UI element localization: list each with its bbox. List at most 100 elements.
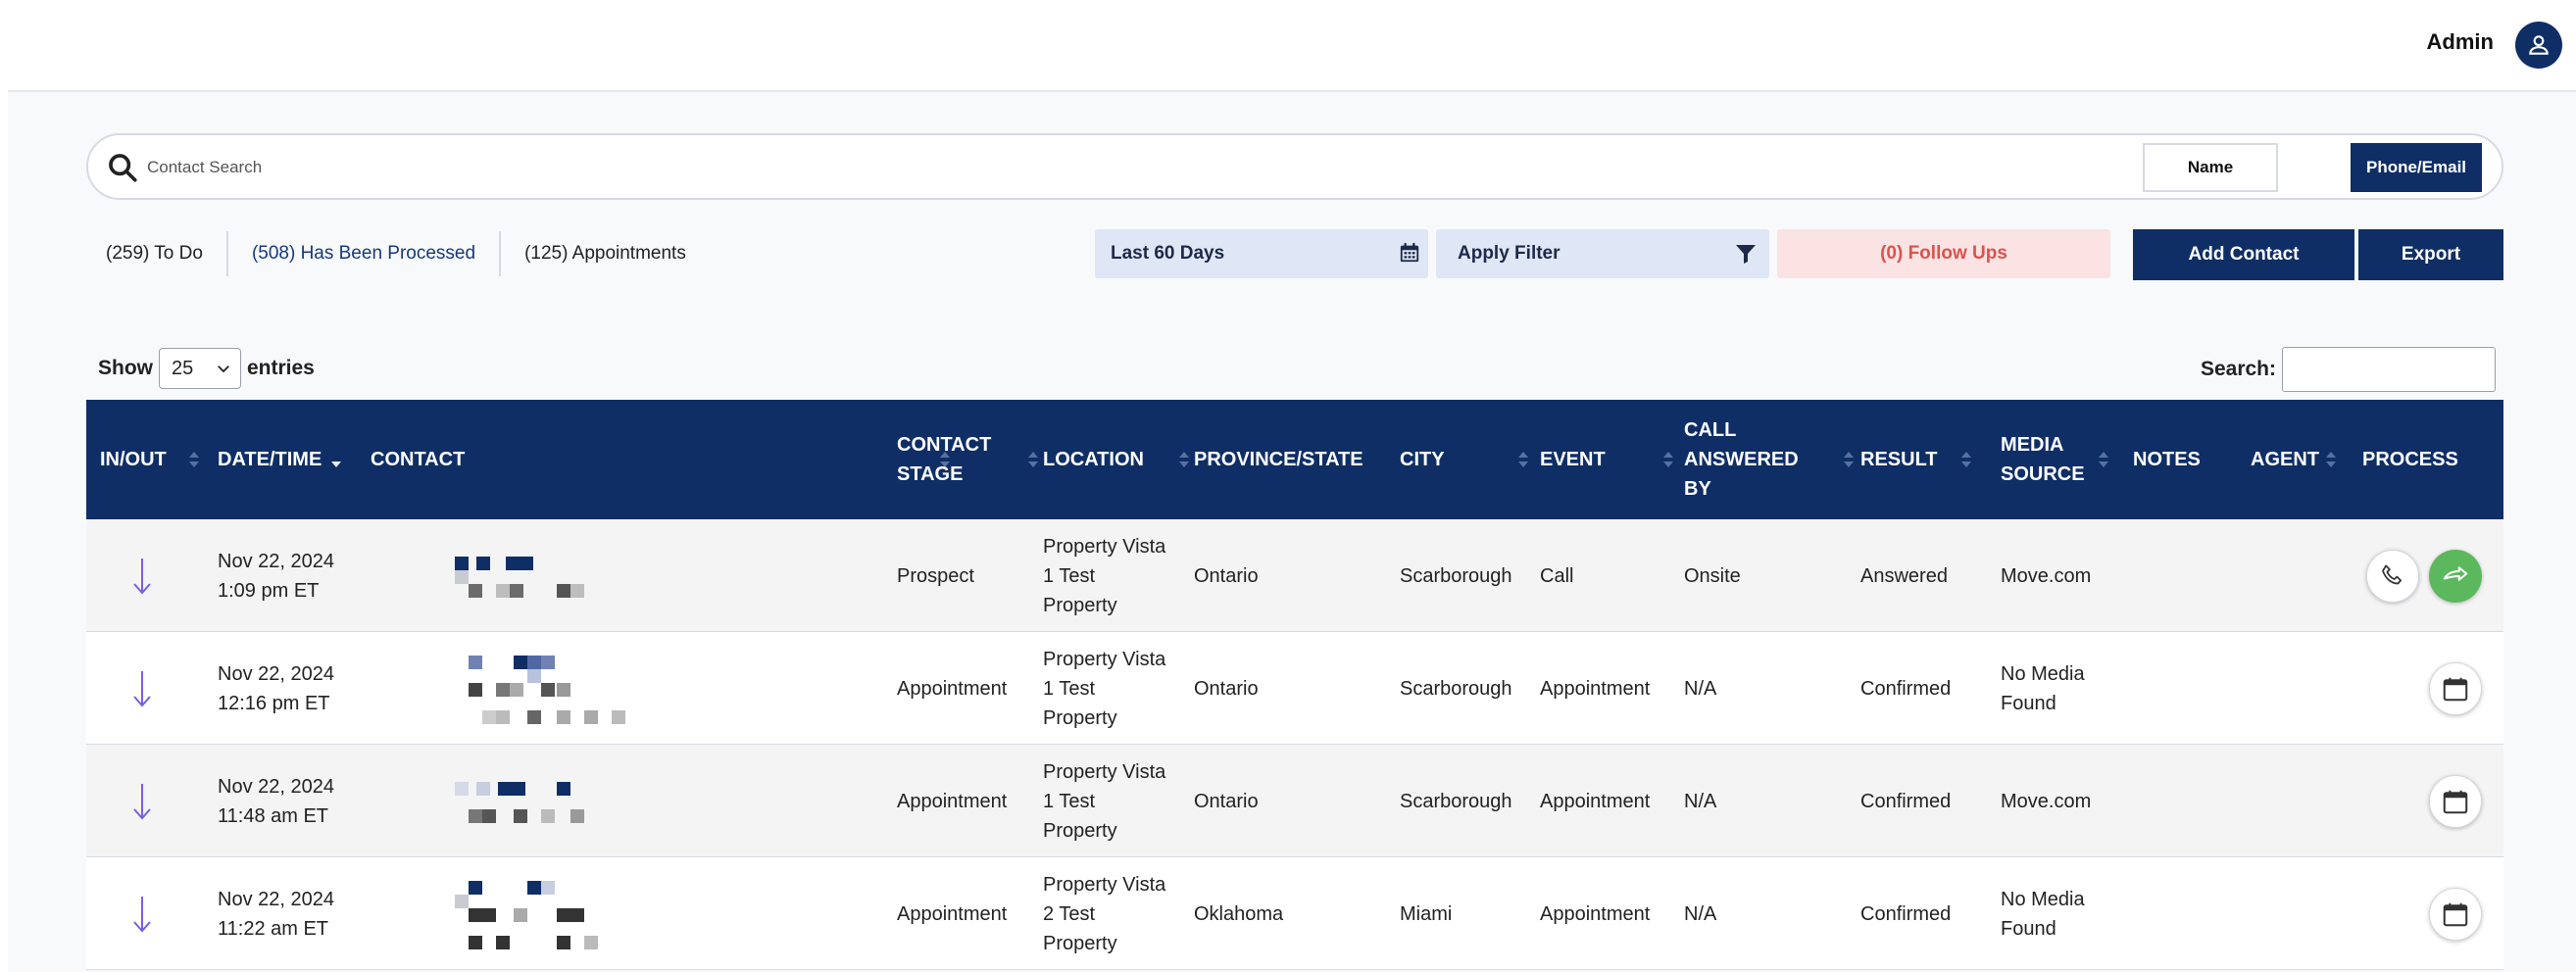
call-button[interactable] (2366, 550, 2419, 603)
status-filter-processed[interactable]: (508) Has Been Processed (228, 231, 502, 276)
sort-icon[interactable] (2325, 450, 2337, 469)
calendar-icon (2443, 677, 2468, 702)
redaction-pixel (512, 782, 525, 796)
contact-cell[interactable] (455, 519, 651, 632)
column-header-process[interactable]: PROCESS (2362, 400, 2458, 519)
column-header-label: RESULT (1860, 445, 1938, 474)
column-header-label: CITY (1400, 445, 1445, 474)
city-cell: Scarborough (1400, 519, 1512, 632)
status-filter-appointments[interactable]: (125) Appointments (501, 231, 710, 276)
calendar-button[interactable] (2429, 775, 2482, 828)
result-cell-line: Confirmed (1860, 790, 1952, 812)
province-cell-line: Ontario (1194, 790, 1259, 812)
table-row[interactable]: Nov 22, 2024 12:16 pm ET Appointment Proper… (86, 632, 2503, 745)
province-cell-text: Ontario (1194, 561, 1259, 591)
export-button[interactable]: Export (2358, 229, 2503, 280)
table-row[interactable]: Nov 22, 2024 11:48 am ET Appointment Proper… (86, 745, 2503, 857)
calendar-button[interactable] (2429, 662, 2482, 715)
redaction-pixel (510, 683, 523, 697)
date-time-cell: Nov 22, 2024 11:48 am ET (218, 745, 334, 857)
sort-icon[interactable] (1178, 450, 1190, 469)
sort-icon[interactable] (2098, 450, 2109, 469)
sort-icon[interactable] (1843, 450, 1855, 469)
redaction-pixel (496, 936, 510, 949)
contact-cell[interactable] (455, 632, 651, 745)
avatar[interactable] (2515, 22, 2562, 69)
column-header-label: MEDIA SOURCE (2001, 430, 2085, 489)
column-header-agent[interactable]: AGENT (2251, 400, 2319, 519)
contact-stage-cell: Prospect (897, 519, 974, 632)
column-header-date-time[interactable]: DATE/TIME (218, 400, 322, 519)
column-header-result[interactable]: RESULT (1860, 400, 1938, 519)
redaction-pixel (527, 881, 541, 895)
page: Admin Name Phone/Email (259) To Do (508)… (8, 0, 2576, 972)
column-header-contact-stage[interactable]: CONTACT STAGE (897, 400, 991, 519)
result-cell-line: Confirmed (1860, 677, 1952, 700)
column-header-province-state[interactable]: PROVINCE/STATE (1194, 400, 1363, 519)
answered-by-cell-line: N/A (1684, 902, 1717, 925)
date-range-select[interactable]: Last 60 Days (1095, 229, 1428, 278)
direction-cell (131, 519, 153, 632)
column-header-label-line: MEDIA (2001, 434, 2064, 456)
date-time-cell-line: 11:22 am ET (218, 917, 329, 940)
answered-by-cell-line: N/A (1684, 677, 1717, 700)
search-mode-phone-email-button[interactable]: Phone/Email (2351, 143, 2482, 192)
sort-icon[interactable] (1662, 450, 1674, 469)
province-cell-line: Ontario (1194, 564, 1259, 587)
location-cell-line: Property (1043, 932, 1117, 954)
redaction-pixel (455, 895, 469, 908)
sort-icon[interactable] (1517, 450, 1529, 469)
result-cell-line: Confirmed (1860, 902, 1952, 925)
table-row[interactable]: Nov 22, 2024 11:22 am ET Appointment Proper… (86, 857, 2503, 970)
column-header-contact[interactable]: CONTACT (371, 400, 465, 519)
column-header-city[interactable]: CITY (1400, 400, 1445, 519)
table-search-input[interactable] (2282, 347, 2496, 392)
follow-ups-button[interactable]: (0) Follow Ups (1777, 229, 2110, 278)
top-bar: Admin (8, 0, 2576, 92)
sort-icon[interactable] (188, 450, 200, 469)
table-row[interactable]: Nov 22, 2024 1:09 pm ET Prospect Property V… (86, 519, 2503, 632)
entries-select[interactable]: 25 (159, 348, 241, 389)
column-header-location[interactable]: LOCATION (1043, 400, 1144, 519)
forward-button[interactable] (2429, 550, 2482, 603)
calendar-button[interactable] (2429, 888, 2482, 941)
contact-stage-cell-text: Appointment (897, 899, 1007, 929)
location-cell-text: Property Vista 1 Test Property (1043, 645, 1165, 733)
city-cell-line: Miami (1400, 902, 1453, 925)
sort-icon[interactable] (1027, 450, 1039, 469)
column-header-in-out[interactable]: IN/OUT (100, 400, 167, 519)
date-time-cell-line: Nov 22, 2024 (218, 662, 334, 685)
show-entries: Show 25 entries (98, 348, 315, 389)
search-mode-name-button[interactable]: Name (2143, 143, 2278, 192)
event-cell: Appointment (1540, 632, 1650, 745)
contact-stage-cell-line: Appointment (897, 902, 1008, 925)
column-header-event[interactable]: EVENT (1540, 400, 1606, 519)
media-source-cell: No Media Found (2001, 857, 2085, 970)
chevron-down-icon (218, 365, 229, 373)
result-cell-text: Confirmed (1860, 674, 1951, 704)
status-filter-to-do[interactable]: (259) To Do (86, 231, 228, 276)
contact-cell[interactable] (455, 745, 651, 857)
province-cell-text: Ontario (1194, 674, 1259, 704)
contact-cell[interactable] (455, 857, 651, 970)
city-cell-text: Scarborough (1400, 674, 1512, 704)
column-header-label-line: LOCATION (1043, 449, 1144, 470)
contact-search-input[interactable] (147, 149, 2205, 186)
city-cell: Scarborough (1400, 745, 1512, 857)
sort-desc-icon[interactable] (330, 450, 342, 469)
city-cell: Miami (1400, 857, 1452, 970)
user-name[interactable]: Admin (2427, 29, 2494, 55)
column-header-label: AGENT (2251, 445, 2319, 474)
media-source-cell-text: Move.com (2001, 561, 2091, 591)
column-header-label-line: RESULT (1860, 449, 1938, 470)
location-cell-text: Property Vista 1 Test Property (1043, 532, 1165, 620)
add-contact-button[interactable]: Add Contact (2133, 229, 2354, 280)
redaction-pixel (469, 809, 482, 823)
column-header-notes[interactable]: NOTES (2133, 400, 2201, 519)
column-header-media-source[interactable]: MEDIA SOURCE (2001, 400, 2085, 519)
sort-icon[interactable] (1960, 450, 1972, 469)
apply-filter-button[interactable]: Apply Filter (1436, 229, 1769, 278)
redaction-pixel (476, 557, 490, 570)
column-header-call-answered-by[interactable]: CALL ANSWERED BY (1684, 400, 1799, 519)
search-icon[interactable] (106, 151, 139, 184)
